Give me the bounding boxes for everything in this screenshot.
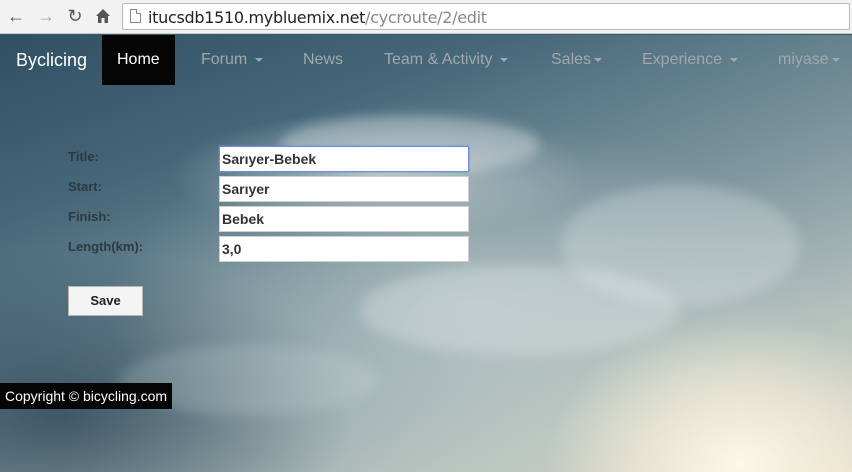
start-label: Start: [68,179,102,194]
nav-news-label: News [303,51,344,68]
nav-forum[interactable]: Forum [201,35,263,85]
start-input[interactable] [219,176,469,202]
nav-user-menu[interactable]: miyase [778,35,840,85]
browser-toolbar: ← → ↻ itucsdb1510.mybluemix.net/cycroute… [0,0,852,34]
finish-label: Finish: [68,209,111,224]
home-icon[interactable] [92,5,114,27]
page-icon [130,9,141,23]
nav-sales[interactable]: Sales [551,35,603,85]
nav-experience-label: Experience [642,51,723,68]
address-bar[interactable]: itucsdb1510.mybluemix.net/cycroute/2/edi… [122,3,850,30]
url-path: /cycroute/2/edit [365,8,487,27]
reload-icon[interactable]: ↻ [64,5,86,27]
nav-sales-label: Sales [551,51,592,68]
url-host: itucsdb1510.mybluemix.net [148,8,366,27]
nav-team-activity-label: Team & Activity [384,51,493,68]
length-input[interactable] [219,236,469,262]
nav-user-label: miyase [778,51,829,68]
chevron-down-icon [831,57,840,62]
nav-news[interactable]: News [303,35,343,85]
title-label: Title: [68,149,99,164]
page-background: Byclicing Home Forum News Team & Activit… [0,35,852,472]
nav-experience[interactable]: Experience [642,35,738,85]
nav-forum-label: Forum [201,51,248,68]
top-navbar: Byclicing Home Forum News Team & Activit… [0,35,852,85]
nav-team-activity[interactable]: Team & Activity [384,35,508,85]
nav-home-label: Home [117,51,160,68]
chevron-down-icon [729,57,738,62]
forward-arrow-icon[interactable]: → [35,5,57,27]
back-arrow-icon[interactable]: ← [5,5,27,27]
length-label: Length(km): [68,239,144,254]
navbar-brand[interactable]: Byclicing [16,50,87,71]
url-text: itucsdb1510.mybluemix.net/cycroute/2/edi… [148,8,487,27]
nav-home[interactable]: Home [102,35,175,85]
finish-input[interactable] [219,206,469,232]
save-button[interactable]: Save [68,286,143,316]
chevron-down-icon [254,57,263,62]
chevron-down-icon [499,57,508,62]
title-input[interactable] [219,146,469,172]
footer-copyright: Copyright © bicycling.com [0,383,173,409]
chevron-down-icon [594,57,603,62]
